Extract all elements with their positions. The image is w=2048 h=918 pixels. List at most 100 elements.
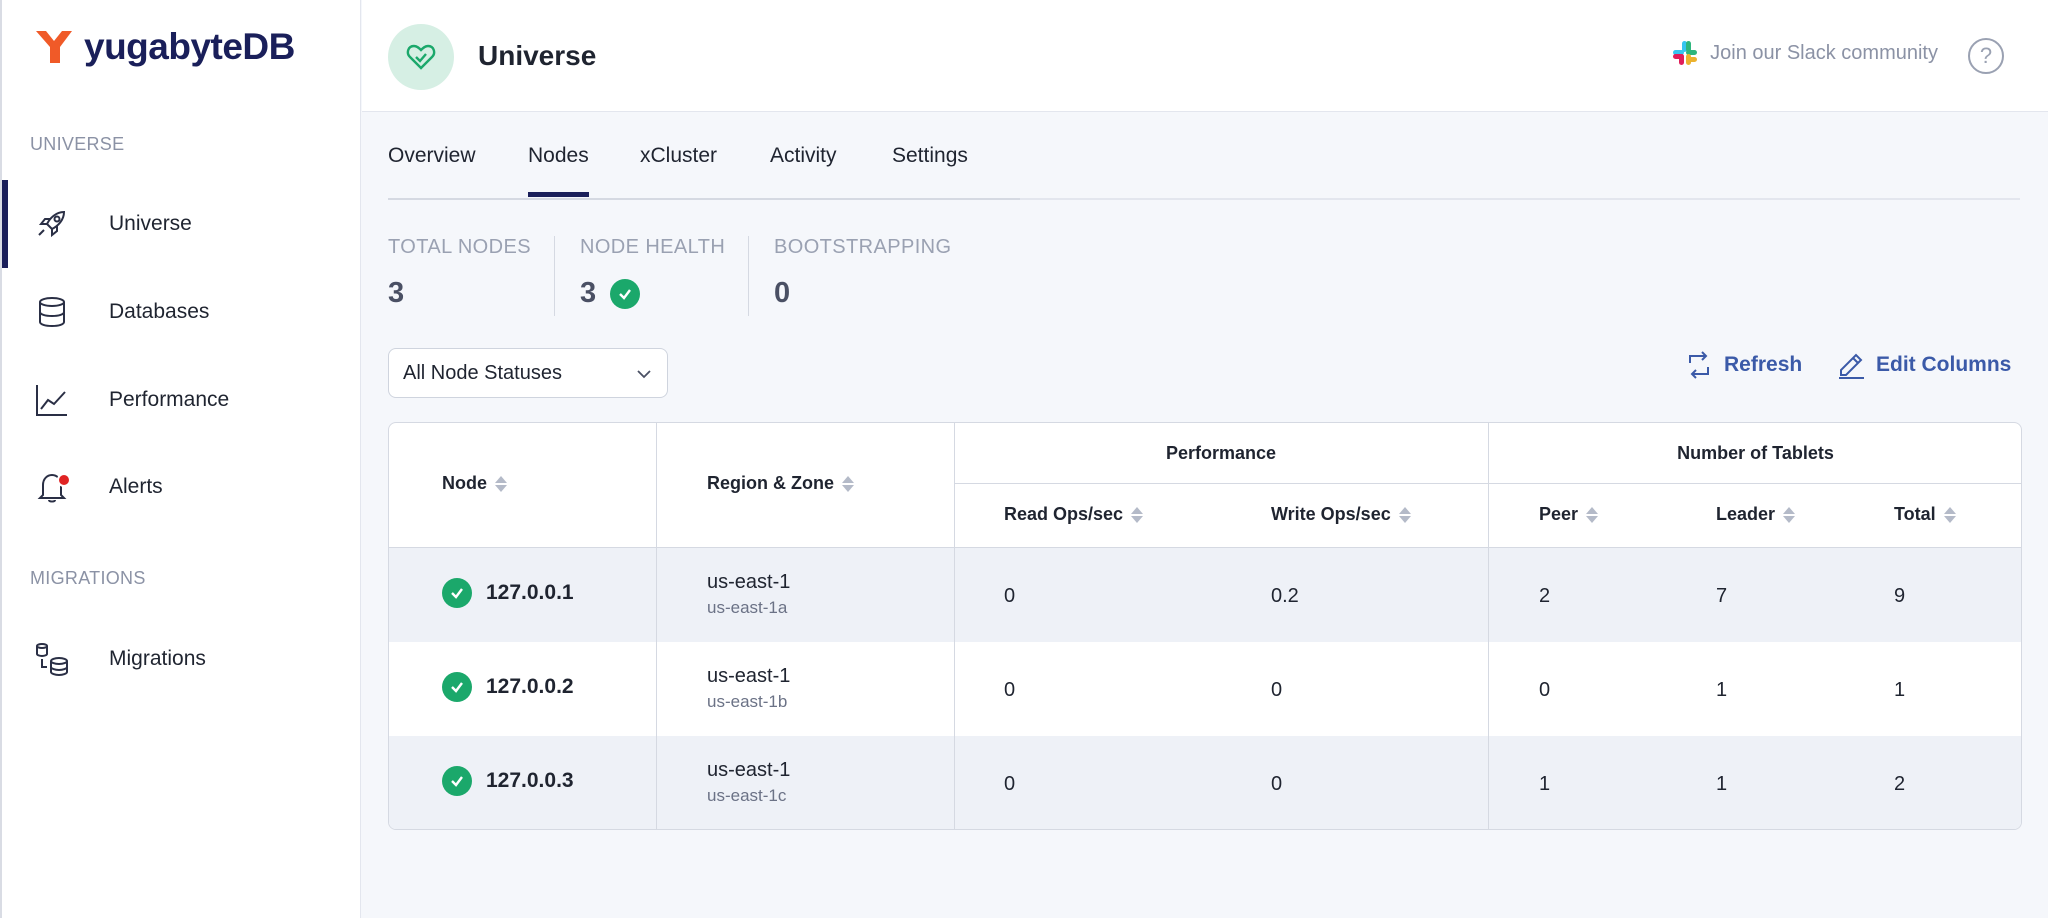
total-cell: 1 [1894,679,1906,701]
column-header-label: Read Ops/sec [1004,504,1124,524]
column-header-read-ops[interactable]: Read Ops/sec [1004,504,1144,525]
write-ops-cell: 0 [1271,679,1283,701]
heart-check-icon [406,44,436,70]
stat-node-health: NODE HEALTH 3 [580,236,725,310]
column-group-tablets: Number of Tablets [1677,443,1834,463]
sidebar-item-label: Alerts [109,475,163,498]
nodes-table: Node Region & Zone Performance Number of… [388,422,2022,830]
column-header-label: Node [442,473,487,493]
sidebar-item-performance[interactable]: Performance [2,356,360,444]
line-chart-icon [36,385,67,416]
rocket-icon [38,210,66,238]
column-header-peer[interactable]: Peer [1539,504,1599,525]
zone-name: us-east-1a [707,598,788,617]
tab-xcluster[interactable]: xCluster [640,144,717,192]
region-name: us-east-1 [707,665,791,687]
edit-columns-label: Edit Columns [1876,353,2012,376]
leader-cell: 1 [1716,679,1728,701]
region-name: us-east-1 [707,759,791,781]
stat-value: 3 [580,277,597,309]
edit-columns-button[interactable]: Edit Columns [1836,350,2011,380]
header-divider [389,547,2021,548]
sort-icon[interactable] [842,475,854,493]
stat-value: 3 [388,277,405,309]
sidebar-item-label: Performance [109,388,230,411]
column-header-write-ops[interactable]: Write Ops/sec [1271,504,1411,525]
sidebar-item-universe[interactable]: Universe [2,180,360,268]
tab-nodes[interactable]: Nodes [528,144,589,197]
slack-icon [1673,41,1698,65]
column-header-region-zone[interactable]: Region & Zone [707,473,854,494]
node-address-cell[interactable]: 127.0.0.2 [442,672,574,702]
stat-divider [748,236,749,316]
region-zone-cell: us-east-1 us-east-1b [707,665,790,712]
header-divider [954,483,2021,484]
migrations-icon [36,643,68,677]
refresh-button[interactable]: Refresh [1684,350,1802,380]
logo[interactable]: yugabyteDB [34,26,295,68]
region-zone-cell: us-east-1 us-east-1a [707,571,790,618]
stat-bootstrapping: BOOTSTRAPPING 0 [774,236,951,310]
sidebar: yugabyteDB UNIVERSE Universe Databases P… [0,0,361,918]
sort-icon[interactable] [1943,506,1956,524]
tab-settings[interactable]: Settings [892,144,968,192]
column-header-label: Write Ops/sec [1271,504,1391,524]
tab-overview[interactable]: Overview [388,144,476,192]
tab-activity[interactable]: Activity [770,144,837,192]
check-circle-icon [442,578,472,608]
page-title: Universe [478,40,597,71]
column-header-total[interactable]: Total [1894,504,1956,525]
table-row[interactable] [389,736,2021,829]
tab-list: Overview Nodes xCluster Activity Setting… [388,112,1020,200]
zone-name: us-east-1c [707,786,787,805]
column-header-label: Total [1894,504,1936,524]
node-address-cell[interactable]: 127.0.0.1 [442,578,574,608]
leader-cell: 1 [1716,773,1728,795]
node-status-filter[interactable]: All Node Statuses [388,348,668,398]
sidebar-item-alerts[interactable]: Alerts [2,443,360,531]
node-address: 127.0.0.1 [486,581,574,604]
node-address-cell[interactable]: 127.0.0.3 [442,766,574,796]
check-circle-icon [610,278,641,309]
help-icon[interactable]: ? [1968,38,2004,74]
section-label-universe: UNIVERSE [30,134,125,154]
database-icon [39,297,65,328]
chevron-down-icon [637,370,651,379]
stat-label: BOOTSTRAPPING [774,236,952,258]
page-header: Universe Join our Slack community ? [362,0,2048,112]
sidebar-item-databases[interactable]: Databases [2,268,360,356]
column-header-label: Peer [1539,504,1579,524]
logo-text: yugabyteDB [84,26,295,67]
node-status-filter-value: All Node Statuses [403,361,562,384]
column-divider [954,423,955,829]
leader-cell: 7 [1716,585,1728,607]
table-row[interactable] [389,548,2021,642]
sort-icon[interactable] [495,475,507,493]
column-header-leader[interactable]: Leader [1716,504,1796,525]
node-address: 127.0.0.2 [486,675,574,698]
table-row[interactable] [389,642,2021,736]
sort-icon[interactable] [1586,506,1599,524]
sort-icon[interactable] [1783,506,1796,524]
region-name: us-east-1 [707,571,791,593]
node-address: 127.0.0.3 [486,769,574,792]
pencil-icon [1839,353,1864,379]
zone-name: us-east-1b [707,692,788,711]
sidebar-item-migrations[interactable]: Migrations [2,615,360,703]
total-cell: 9 [1894,585,1906,607]
refresh-label: Refresh [1724,353,1803,376]
alert-indicator [57,473,71,487]
sidebar-item-label: Migrations [109,647,206,670]
read-ops-cell: 0 [1004,585,1016,607]
sort-icon[interactable] [1398,506,1411,524]
slack-community-link[interactable]: Join our Slack community [1672,40,1938,66]
yugabyte-logo-icon [36,31,72,63]
sidebar-item-label: Databases [109,300,210,323]
sort-icon[interactable] [1131,506,1144,524]
peer-cell: 1 [1539,773,1551,795]
column-header-label: Region & Zone [707,473,834,493]
sidebar-item-label: Universe [109,212,192,235]
column-header-node[interactable]: Node [442,473,507,494]
total-cell: 2 [1894,773,1906,795]
write-ops-cell: 0.2 [1271,585,1299,607]
